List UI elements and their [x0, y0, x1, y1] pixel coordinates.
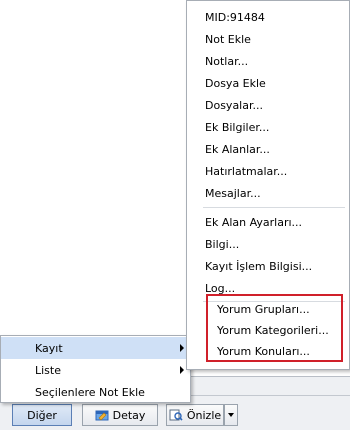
- menu-item-label: Dosyalar...: [205, 98, 263, 112]
- menu-item-label: Kayıt İşlem Bilgisi...: [205, 259, 313, 273]
- onizle-button[interactable]: Önizle: [166, 404, 224, 426]
- bottom-toolbar: Diğer Detay Önizle: [0, 404, 350, 428]
- menu-separator: [203, 207, 345, 208]
- menu-item-label: Log...: [205, 281, 236, 295]
- menu-item-label: Hatırlatmalar...: [205, 164, 288, 178]
- menu-item-label: Ek Bilgiler...: [205, 120, 270, 134]
- menu-item-kayit[interactable]: Kayıt: [1, 337, 190, 359]
- menu-item-secilenlere-not-ekle[interactable]: Seçilenlere Not Ekle: [1, 381, 190, 403]
- menu-item-label: Bilgi...: [205, 237, 240, 251]
- menu-item-label: Ek Alanlar...: [205, 142, 270, 156]
- menu-item-not-ekle[interactable]: Not Ekle: [187, 28, 349, 50]
- onizle-button-label: Önizle: [186, 408, 222, 422]
- menu-item-notlar[interactable]: Notlar...: [187, 50, 349, 72]
- onizle-dropdown-button[interactable]: [224, 404, 238, 426]
- menu-item-label: MID:91484: [205, 10, 265, 24]
- parent-menu: Kayıt Liste Seçilenlere Not Ekle: [0, 335, 191, 403]
- menu-item-label: Seçilenlere Not Ekle: [35, 385, 145, 399]
- detay-button[interactable]: Detay: [82, 404, 158, 426]
- diger-button[interactable]: Diğer: [12, 404, 72, 426]
- menu-item-label: Dosya Ekle: [205, 76, 266, 90]
- menu-item-label: Kayıt: [35, 341, 63, 355]
- menu-item-mid[interactable]: MID:91484: [187, 6, 349, 28]
- menu-item-liste[interactable]: Liste: [1, 359, 190, 381]
- menu-item-label: Ek Alan Ayarları...: [205, 215, 303, 229]
- menu-item-label: Notlar...: [205, 54, 249, 68]
- menu-item-hatirlatmalar[interactable]: Hatırlatmalar...: [187, 160, 349, 182]
- detail-icon: [95, 409, 109, 421]
- menu-item-dosya-ekle[interactable]: Dosya Ekle: [187, 72, 349, 94]
- menu-item-dosyalar[interactable]: Dosyalar...: [187, 94, 349, 116]
- detay-button-label: Detay: [112, 408, 146, 422]
- menu-item-bilgi[interactable]: Bilgi...: [187, 233, 349, 255]
- preview-icon: [169, 409, 183, 421]
- chevron-down-icon: [228, 413, 234, 417]
- menu-item-ek-bilgiler[interactable]: Ek Bilgiler...: [187, 116, 349, 138]
- submenu-arrow-icon: [180, 366, 184, 374]
- menu-item-ek-alan-ayarlari[interactable]: Ek Alan Ayarları...: [187, 211, 349, 233]
- annotation-highlight-box: [206, 294, 343, 362]
- menu-item-label: Liste: [35, 363, 61, 377]
- context-submenu: MID:91484 Not Ekle Notlar... Dosya Ekle …: [186, 0, 350, 370]
- submenu-arrow-icon: [180, 344, 184, 352]
- menu-item-kayit-islem-bilgisi[interactable]: Kayıt İşlem Bilgisi...: [187, 255, 349, 277]
- menu-item-mesajlar[interactable]: Mesajlar...: [187, 182, 349, 204]
- menu-item-label: Mesajlar...: [205, 186, 261, 200]
- diger-button-label: Diğer: [27, 408, 57, 422]
- menu-item-ek-alanlar[interactable]: Ek Alanlar...: [187, 138, 349, 160]
- menu-item-label: Not Ekle: [205, 32, 251, 46]
